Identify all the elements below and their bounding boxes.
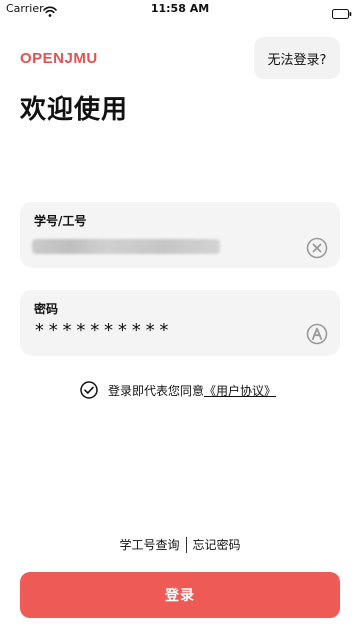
clear-circle-icon[interactable]	[306, 237, 328, 259]
password-label: 密码	[34, 302, 59, 316]
agreement-text: 登录即代表您同意《用户协议》	[108, 382, 276, 399]
checkmark-circle-icon[interactable]	[80, 381, 98, 399]
forgot-password-link[interactable]: 忘记密码	[193, 536, 241, 553]
battery-icon	[332, 4, 352, 19]
username-value-blurred[interactable]	[32, 239, 220, 254]
password-field[interactable]: 密码 **********	[20, 290, 340, 356]
page-title: 欢迎使用	[20, 95, 129, 125]
password-visibility-icon[interactable]	[306, 323, 328, 345]
link-divider	[185, 536, 187, 553]
brand-logo: OPENJMU	[20, 50, 98, 67]
username-label: 学号/工号	[34, 214, 87, 228]
cannot-login-button[interactable]: 无法登录?	[254, 37, 340, 79]
user-agreement-link[interactable]: 《用户协议》	[204, 384, 276, 398]
login-button[interactable]: 登录	[20, 572, 340, 618]
username-field[interactable]: 学号/工号	[20, 202, 340, 268]
query-id-link[interactable]: 学工号查询	[119, 536, 179, 553]
agreement-prefix: 登录即代表您同意	[108, 383, 205, 398]
login-screen: Carrier 11:58 AM OPENJMU 无法登录? 欢迎使用 学号/工…	[0, 0, 360, 640]
status-bar: Carrier 11:58 AM	[0, 0, 360, 20]
status-time: 11:58 AM	[150, 2, 210, 15]
agreement-row: 登录即代表您同意《用户协议》	[80, 380, 276, 400]
bottom-links: 学工号查询 忘记密码	[0, 536, 360, 553]
password-value[interactable]: **********	[34, 320, 172, 341]
